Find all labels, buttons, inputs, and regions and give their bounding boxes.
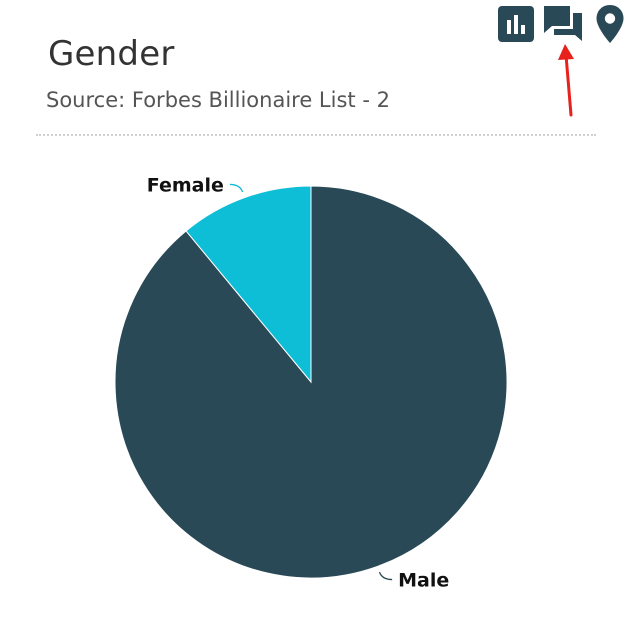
pie-chart: Male Female [114, 174, 508, 592]
pie-label-male: Male [398, 570, 449, 592]
pie-label-female: Female [147, 174, 224, 196]
pie-label-connector-female [229, 183, 244, 193]
pie-label-connector-male [378, 571, 393, 581]
